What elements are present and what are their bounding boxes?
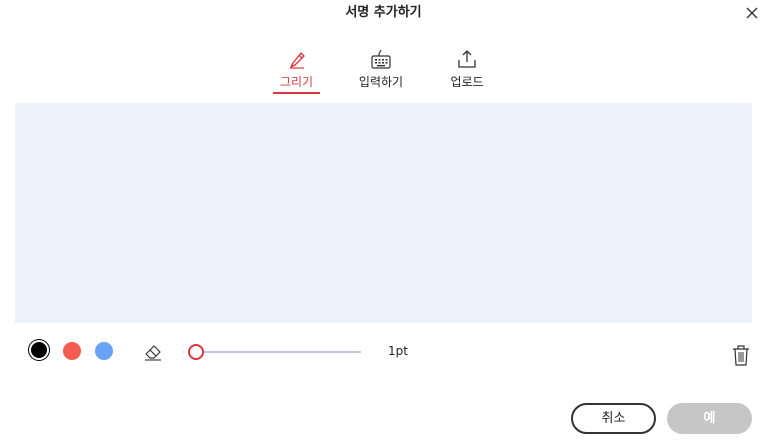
- pen-icon: [289, 52, 305, 69]
- trash-icon[interactable]: [732, 344, 750, 366]
- tab-type-label: 입력하기: [358, 75, 404, 89]
- color-swatch-blue[interactable]: [95, 342, 113, 360]
- tab-draw[interactable]: 그리기: [273, 48, 320, 98]
- signature-canvas[interactable]: [15, 103, 752, 323]
- tab-type[interactable]: 입력하기: [355, 48, 407, 98]
- cancel-button[interactable]: 취소: [571, 403, 656, 434]
- tab-draw-label: 그리기: [279, 75, 314, 89]
- color-swatch-red[interactable]: [63, 342, 81, 360]
- ok-button[interactable]: 예: [667, 403, 752, 434]
- pen-size-label: 1pt: [388, 344, 408, 358]
- pen-size-slider-thumb[interactable]: [188, 344, 204, 360]
- close-icon[interactable]: [744, 5, 760, 21]
- upload-icon: [458, 50, 476, 68]
- active-tab-indicator: [273, 92, 320, 94]
- dialog-title: 서명 추가하기: [345, 5, 422, 20]
- eraser-icon[interactable]: [143, 341, 163, 361]
- tab-upload-label: 업로드: [450, 75, 484, 89]
- color-swatch-black[interactable]: [31, 342, 47, 358]
- keyboard-icon: [371, 49, 391, 69]
- tab-upload[interactable]: 업로드: [447, 48, 487, 98]
- pen-size-slider-track[interactable]: [203, 351, 361, 353]
